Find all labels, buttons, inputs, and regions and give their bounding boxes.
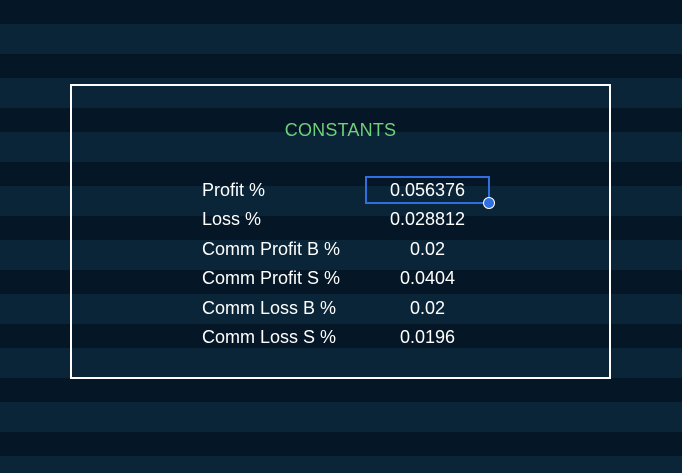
row-profit: Profit % 0.056376 xyxy=(202,176,502,209)
comm-profit-s-label: Comm Profit S % xyxy=(202,268,341,288)
profit-value: 0.056376 xyxy=(389,180,466,200)
loss-value: 0.028812 xyxy=(389,209,466,229)
row-comm-profit-b: Comm Profit B % 0.02 xyxy=(202,235,502,263)
row-loss: Loss % 0.028812 xyxy=(202,205,502,233)
constants-panel: CONSTANTS Profit % 0.056376 Loss % 0.028… xyxy=(70,84,611,379)
comm-profit-b-value-cell[interactable]: 0.02 xyxy=(365,235,490,263)
profit-label: Profit % xyxy=(202,180,266,200)
comm-loss-b-label: Comm Loss B % xyxy=(202,298,337,318)
comm-loss-b-value-cell[interactable]: 0.02 xyxy=(365,294,490,322)
comm-loss-s-value-cell[interactable]: 0.0196 xyxy=(365,323,490,351)
row-comm-loss-b: Comm Loss B % 0.02 xyxy=(202,294,502,322)
loss-value-cell[interactable]: 0.028812 xyxy=(365,205,490,233)
row-comm-profit-s: Comm Profit S % 0.0404 xyxy=(202,264,502,292)
comm-profit-b-value: 0.02 xyxy=(409,239,446,259)
loss-label: Loss % xyxy=(202,209,262,229)
comm-profit-s-value-cell[interactable]: 0.0404 xyxy=(365,264,490,292)
panel-title: CONSTANTS xyxy=(284,120,397,140)
comm-profit-s-value: 0.0404 xyxy=(399,268,456,288)
row-comm-loss-s: Comm Loss S % 0.0196 xyxy=(202,323,502,351)
profit-value-cell[interactable]: 0.056376 xyxy=(365,176,495,209)
comm-loss-b-value: 0.02 xyxy=(409,298,446,318)
comm-loss-s-value: 0.0196 xyxy=(399,327,456,347)
comm-loss-s-label: Comm Loss S % xyxy=(202,327,337,347)
comm-profit-b-label: Comm Profit B % xyxy=(202,239,341,259)
